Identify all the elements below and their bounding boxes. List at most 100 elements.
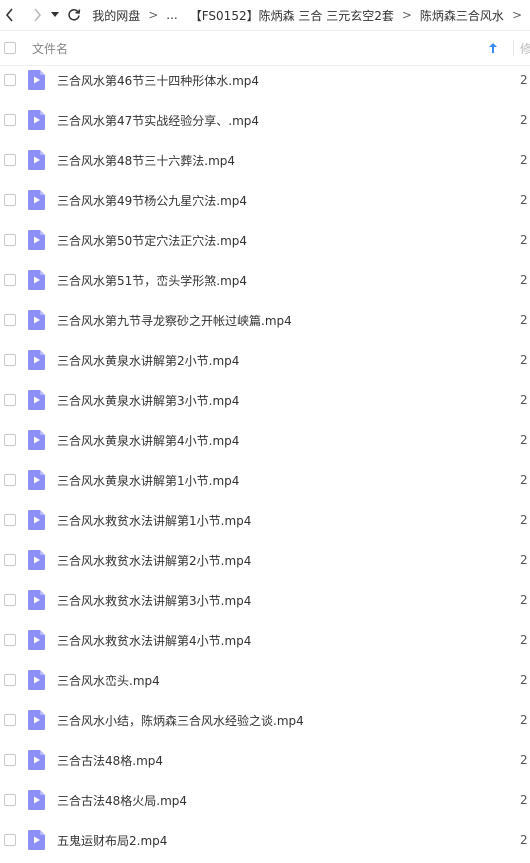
video-file-icon [28, 630, 45, 650]
file-modified-date: 2 [520, 633, 528, 647]
file-checkbox[interactable] [4, 514, 16, 526]
file-checkbox[interactable] [4, 74, 16, 86]
file-row[interactable]: 三合风水峦头.mp4 2 [0, 660, 530, 700]
file-name: 三合风水第48节三十六葬法.mp4 [57, 153, 236, 168]
file-name: 三合风水第49节杨公九星穴法.mp4 [57, 193, 248, 208]
video-file-icon [28, 510, 45, 530]
back-button[interactable] [0, 2, 20, 28]
file-name: 三合风水第47节实战经验分享、.mp4 [57, 113, 260, 128]
file-checkbox[interactable] [4, 234, 16, 246]
video-file-icon [28, 430, 45, 450]
file-name: 三合风水黄泉水讲解第2小节.mp4 [57, 353, 240, 368]
file-row[interactable]: 三合风水黄泉水讲解第1小节.mp4 2 [0, 460, 530, 500]
file-checkbox[interactable] [4, 114, 16, 126]
file-modified-date: 2 [520, 313, 528, 327]
file-checkbox[interactable] [4, 594, 16, 606]
file-row[interactable]: 三合风水第50节定穴法正穴法.mp4 2 [0, 220, 530, 260]
file-checkbox[interactable] [4, 634, 16, 646]
file-checkbox[interactable] [4, 554, 16, 566]
file-checkbox[interactable] [4, 394, 16, 406]
file-row[interactable]: 五鬼运财布局2.mp4 2 [0, 820, 530, 860]
file-row[interactable]: 三合风水救贫水法讲解第1小节.mp4 2 [0, 500, 530, 540]
file-modified-date: 2 [520, 513, 528, 527]
file-checkbox[interactable] [4, 274, 16, 286]
file-checkbox[interactable] [4, 714, 16, 726]
video-file-icon [28, 390, 45, 410]
file-name: 三合风水黄泉水讲解第3小节.mp4 [57, 393, 240, 408]
refresh-icon [68, 9, 81, 21]
file-checkbox[interactable] [4, 154, 16, 166]
file-row[interactable]: 三合风水第49节杨公九星穴法.mp4 2 [0, 180, 530, 220]
file-checkbox[interactable] [4, 754, 16, 766]
file-row[interactable]: 三合风水第46节三十四种形体水.mp4 2 [0, 60, 530, 100]
file-modified-date: 2 [520, 433, 528, 447]
file-name: 三合风水第46节三十四种形体水.mp4 [57, 73, 260, 88]
forward-button[interactable] [26, 2, 46, 28]
file-name: 三合风水救贫水法讲解第4小节.mp4 [57, 633, 252, 648]
file-checkbox[interactable] [4, 314, 16, 326]
file-modified-date: 2 [520, 193, 528, 207]
column-header-filename[interactable]: 文件名 [32, 40, 489, 57]
breadcrumb-folder-fs0152[interactable]: 【FS0152】陈炳森 三合 三元玄空2套 [190, 7, 394, 24]
file-row[interactable]: 三合风水黄泉水讲解第2小节.mp4 2 [0, 340, 530, 380]
file-row[interactable]: 三合风水第47节实战经验分享、.mp4 2 [0, 100, 530, 140]
video-file-icon [28, 590, 45, 610]
video-file-icon [28, 270, 45, 290]
breadcrumb-current-folder[interactable]: 陈炳森三合风水 [420, 7, 504, 24]
file-row[interactable]: 三合风水黄泉水讲解第3小节.mp4 2 [0, 380, 530, 420]
video-file-icon [28, 790, 45, 810]
toolbar: 我的网盘 > ... 【FS0152】陈炳森 三合 三元玄空2套 > 陈炳森三合… [0, 0, 530, 31]
file-row[interactable]: 三合风水第51节，峦头学形煞.mp4 2 [0, 260, 530, 300]
file-checkbox[interactable] [4, 474, 16, 486]
file-checkbox[interactable] [4, 194, 16, 206]
video-file-icon [28, 350, 45, 370]
sort-ascending-icon[interactable] [489, 43, 497, 53]
file-checkbox[interactable] [4, 674, 16, 686]
file-name: 三合风水黄泉水讲解第1小节.mp4 [57, 473, 240, 488]
file-modified-date: 2 [520, 793, 528, 807]
file-modified-date: 2 [520, 113, 528, 127]
file-row[interactable]: 三合风水黄泉水讲解第4小节.mp4 2 [0, 420, 530, 460]
file-modified-date: 2 [520, 833, 528, 847]
chevron-left-icon [6, 8, 13, 22]
breadcrumb-separator: > [511, 8, 522, 22]
caret-down-icon [51, 12, 60, 17]
file-modified-date: 2 [520, 713, 528, 727]
file-name: 三合风水第51节，峦头学形煞.mp4 [57, 273, 248, 288]
file-name: 三合古法48格火局.mp4 [57, 793, 188, 808]
column-header-modified[interactable]: 修 [520, 40, 530, 57]
breadcrumb-ellipsis[interactable]: ... [166, 8, 177, 22]
file-checkbox[interactable] [4, 434, 16, 446]
file-name: 三合风水救贫水法讲解第3小节.mp4 [57, 593, 252, 608]
file-list: 三合风水第46节三十四种形体水.mp4 2 三合风水第47节实战经验分享、.mp4 2… [0, 60, 530, 860]
file-row[interactable]: 三合风水第九节寻龙察砂之开帐过峡篇.mp4 2 [0, 300, 530, 340]
file-row[interactable]: 三合风水救贫水法讲解第4小节.mp4 2 [0, 620, 530, 660]
breadcrumb-separator: > [148, 8, 159, 22]
file-name: 三合古法48格.mp4 [57, 753, 164, 768]
file-modified-date: 2 [520, 273, 528, 287]
select-all-checkbox[interactable] [4, 42, 16, 54]
file-checkbox[interactable] [4, 354, 16, 366]
file-row[interactable]: 三合风水救贫水法讲解第3小节.mp4 2 [0, 580, 530, 620]
file-checkbox[interactable] [4, 834, 16, 846]
refresh-button[interactable] [64, 2, 84, 28]
file-modified-date: 2 [520, 753, 528, 767]
column-divider[interactable] [513, 40, 514, 56]
video-file-icon [28, 750, 45, 770]
file-checkbox[interactable] [4, 794, 16, 806]
file-modified-date: 2 [520, 553, 528, 567]
file-name: 三合风水第九节寻龙察砂之开帐过峡篇.mp4 [57, 313, 292, 328]
breadcrumb-my-drive[interactable]: 我的网盘 [92, 7, 140, 24]
breadcrumb-separator: > [401, 8, 412, 22]
file-row[interactable]: 三合古法48格火局.mp4 2 [0, 780, 530, 820]
file-modified-date: 2 [520, 473, 528, 487]
history-dropdown-button[interactable] [49, 2, 62, 28]
file-row[interactable]: 三合古法48格.mp4 2 [0, 740, 530, 780]
video-file-icon [28, 70, 45, 90]
file-modified-date: 2 [520, 353, 528, 367]
file-row[interactable]: 三合风水小结，陈炳森三合风水经验之谈.mp4 2 [0, 700, 530, 740]
file-name: 三合风水峦头.mp4 [57, 673, 160, 688]
video-file-icon [28, 550, 45, 570]
file-row[interactable]: 三合风水第48节三十六葬法.mp4 2 [0, 140, 530, 180]
file-row[interactable]: 三合风水救贫水法讲解第2小节.mp4 2 [0, 540, 530, 580]
